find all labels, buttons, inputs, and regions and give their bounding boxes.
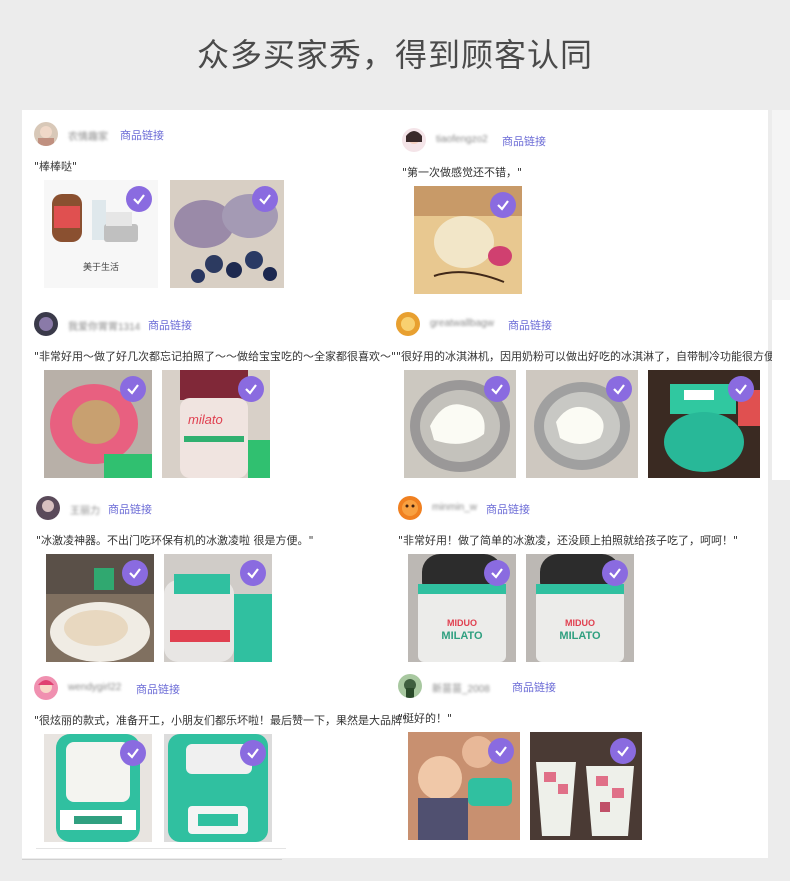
review-photo[interactable] [44, 734, 152, 842]
review-comment: "第一次做感觉还不错，" [402, 166, 523, 179]
edge-decoration [772, 110, 790, 300]
review-photo[interactable] [414, 186, 522, 294]
avatar [402, 128, 426, 152]
avatar [398, 674, 422, 698]
verified-check-icon [484, 560, 510, 586]
verified-check-icon [484, 376, 510, 402]
product-link[interactable]: 商品链接 [508, 317, 552, 333]
avatar [34, 676, 58, 700]
verified-check-icon [240, 740, 266, 766]
verified-check-icon [602, 560, 628, 586]
verified-check-icon [122, 560, 148, 586]
brand-label: MILATO [441, 630, 483, 642]
username: tiaofengzo2 [436, 134, 488, 145]
product-link[interactable]: 商品链接 [120, 127, 164, 143]
verified-check-icon [606, 376, 632, 402]
verified-check-icon [120, 376, 146, 402]
avatar [396, 312, 420, 336]
review-card: wendygirl22 商品链接 "很炫丽的款式，准备开工，小朋友们都乐坏啦！最… [34, 676, 407, 844]
verified-check-icon [490, 192, 516, 218]
review-photo[interactable] [530, 732, 642, 840]
brand-label: MILATO [559, 630, 601, 642]
product-link[interactable]: 商品链接 [486, 501, 530, 517]
review-comment: "棒棒哒" [34, 160, 78, 173]
product-link[interactable]: 商品链接 [136, 681, 180, 697]
verified-check-icon [126, 186, 152, 212]
review-comment: "很炫丽的款式，准备开工，小朋友们都乐坏啦！最后赞一下，果然是大品牌" [34, 714, 408, 727]
product-link[interactable]: 商品链接 [502, 133, 546, 149]
review-card: 王丽力 商品链接 "冰激凌神器。不出门吃环保有机的冰激凌啦 很是方便。" [36, 496, 314, 664]
verified-check-icon [252, 186, 278, 212]
review-photo[interactable] [408, 732, 520, 840]
review-photo[interactable] [164, 734, 272, 842]
review-card: tiaofengzo2 商品链接 "第一次做感觉还不错，" [402, 128, 546, 296]
username: minmin_w [432, 502, 478, 513]
verified-check-icon [728, 376, 754, 402]
brand-label: milato [188, 412, 223, 427]
username: wendygirl22 [68, 682, 122, 693]
product-link[interactable]: 商品链接 [148, 317, 192, 333]
review-photo[interactable]: MIDUO MILATO [526, 554, 634, 662]
username: 王丽力 [70, 506, 100, 517]
review-comment: "非常好用～做了好几次都忘记拍照了～～做给宝宝吃的～全家都很喜欢～" [34, 350, 397, 363]
review-photo[interactable] [46, 554, 154, 662]
username: 我爱你胃胃1314 [68, 322, 141, 333]
review-photo[interactable]: milato [162, 370, 270, 478]
verified-check-icon [610, 738, 636, 764]
verified-check-icon [238, 376, 264, 402]
avatar [34, 122, 58, 146]
brand-label-top: MIDUO [447, 618, 477, 628]
review-card: minmin_w 商品链接 "非常好用！做了简单的冰激凌，还没顾上拍照就给孩子吃… [398, 496, 738, 664]
review-comment: "非常好用！做了简单的冰激凌，还没顾上拍照就给孩子吃了，呵呵！" [398, 534, 739, 547]
review-photo[interactable]: MIDUO MILATO [408, 554, 516, 662]
avatar [398, 496, 422, 520]
photo-caption: 美于生活 [82, 262, 119, 272]
review-card: 我爱你胃胃1314 商品链接 "非常好用～做了好几次都忘记拍照了～～做给宝宝吃的… [34, 312, 396, 480]
username: greatwallbagw [430, 318, 494, 329]
review-photo[interactable] [164, 554, 272, 662]
verified-check-icon [120, 740, 146, 766]
review-comment: "挺好的！" [398, 712, 453, 725]
review-photo[interactable] [44, 370, 152, 478]
divider [22, 859, 282, 860]
product-link[interactable]: 商品链接 [512, 679, 556, 695]
review-card: 新苗苗_2008 商品链接 "挺好的！" [398, 674, 642, 842]
username: 新苗苗_2008 [432, 684, 490, 695]
username: 农情趣家 [68, 132, 108, 143]
product-link[interactable]: 商品链接 [108, 501, 152, 517]
verified-check-icon [488, 738, 514, 764]
review-photo[interactable] [170, 180, 284, 288]
edge-decoration [772, 300, 790, 480]
review-comment: "很好用的冰淇淋机，因用奶粉可以做出好吃的冰淇淋了，自带制冷功能很方便。" [396, 350, 790, 363]
review-photo[interactable]: 美于生活 [44, 180, 158, 288]
review-comment: "冰激凌神器。不出门吃环保有机的冰激凌啦 很是方便。" [36, 534, 314, 547]
avatar [34, 312, 58, 336]
brand-label-top: MIDUO [565, 618, 595, 628]
review-photo[interactable] [404, 370, 516, 478]
divider [36, 848, 286, 849]
review-photo[interactable] [526, 370, 638, 478]
avatar [36, 496, 60, 520]
verified-check-icon [240, 560, 266, 586]
review-card: 农情趣家 商品链接 "棒棒哒" 美于生活 [34, 122, 284, 290]
review-photo[interactable] [648, 370, 760, 478]
page-title: 众多买家秀，得到顾客认同 [196, 36, 593, 74]
review-card: greatwallbagw 商品链接 "很好用的冰淇淋机，因用奶粉可以做出好吃的… [396, 312, 790, 480]
reviews-panel: 农情趣家 商品链接 "棒棒哒" 美于生活 tiaofengzo2 商品链接 "第… [22, 110, 790, 858]
